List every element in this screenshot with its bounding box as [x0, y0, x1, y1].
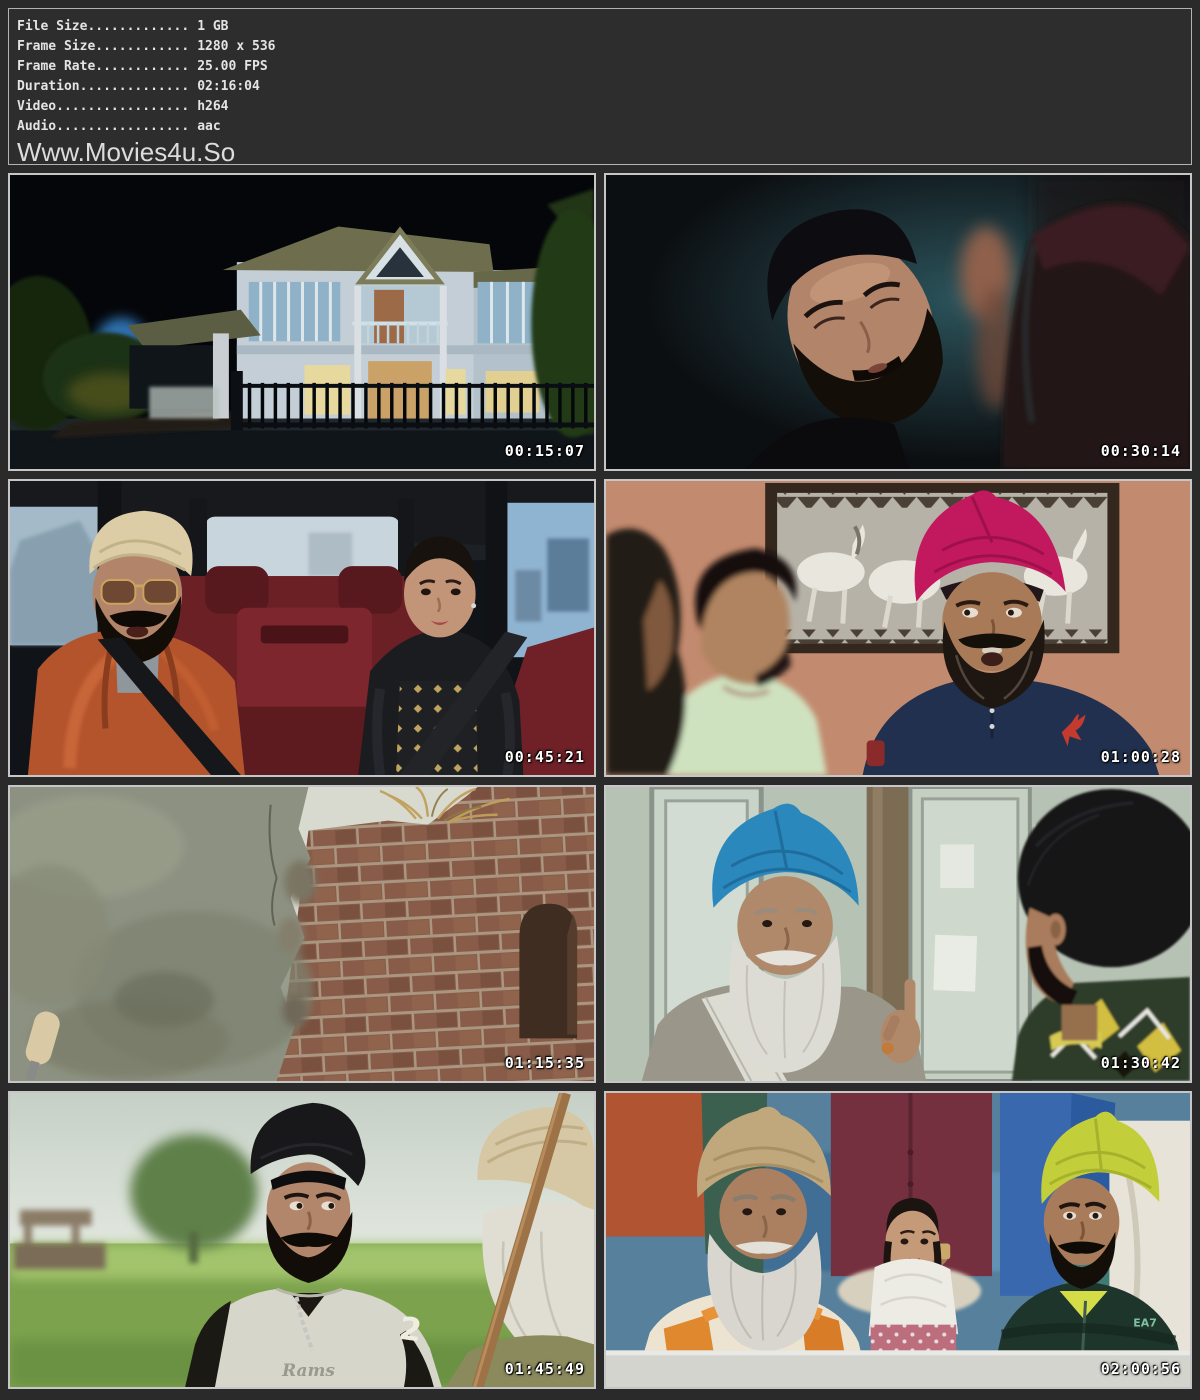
screenshot-family-in-crowd: EA7 02:00:56: [604, 1091, 1192, 1389]
man-face-closeup-illustration: [606, 175, 1190, 469]
screenshot-man-face-closeup: 00:30:14: [604, 173, 1192, 471]
info-row-file-size: File Size.............1 GB: [17, 17, 1183, 37]
old-brick-wall-illustration: [10, 787, 594, 1081]
timestamp-overlay: 01:15:35: [505, 1054, 585, 1072]
info-row-frame-size: Frame Size............1280 x 536: [17, 37, 1183, 57]
media-info-box: File Size.............1 GB Frame Size...…: [8, 8, 1192, 165]
screenshot-man-in-field: 2 Rams: [8, 1091, 596, 1389]
man-pink-turban-room-illustration: [606, 481, 1190, 775]
man-in-field-illustration: 2 Rams: [10, 1093, 594, 1387]
jacket-brand-text: EA7: [1133, 1317, 1157, 1330]
screenshot-elders-conversation: 01:30:42: [604, 785, 1192, 1083]
jersey-brand-text: Rams: [281, 1360, 335, 1380]
timestamp-overlay: 01:30:42: [1101, 1054, 1181, 1072]
screenshot-couple-in-car: 00:45:21: [8, 479, 596, 777]
info-row-duration: Duration..............02:16:04: [17, 77, 1183, 97]
preview-sheet: File Size.............1 GB Frame Size...…: [0, 0, 1200, 1397]
timestamp-overlay: 00:15:07: [505, 442, 585, 460]
screenshot-house-at-night: 00:15:07: [8, 173, 596, 471]
timestamp-overlay: 02:00:56: [1101, 1360, 1181, 1378]
couple-in-car-illustration: [10, 481, 594, 775]
timestamp-overlay: 01:00:28: [1101, 748, 1181, 766]
screenshot-old-brick-wall: 01:15:35: [8, 785, 596, 1083]
screenshot-man-pink-turban-room: 01:00:28: [604, 479, 1192, 777]
screenshots-grid: 00:15:07: [8, 173, 1192, 1389]
timestamp-overlay: 01:45:49: [505, 1360, 585, 1378]
info-row-video: Video.................h264: [17, 97, 1183, 117]
info-row-audio: Audio.................aac: [17, 117, 1183, 137]
info-row-frame-rate: Frame Rate............25.00 FPS: [17, 57, 1183, 77]
timestamp-overlay: 00:45:21: [505, 748, 585, 766]
family-in-crowd-illustration: EA7: [606, 1093, 1190, 1387]
site-watermark: Www.Movies4u.So: [17, 137, 1183, 167]
timestamp-overlay: 00:30:14: [1101, 442, 1181, 460]
elders-conversation-illustration: [606, 787, 1190, 1081]
house-at-night-illustration: [10, 175, 594, 469]
